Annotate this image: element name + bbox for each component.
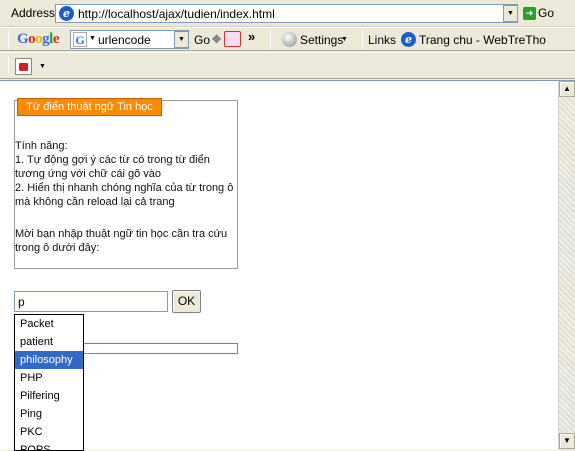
- info-line: Tính năng:: [15, 140, 68, 152]
- google-go-button[interactable]: Go: [194, 33, 210, 47]
- suggestion-item[interactable]: PKC: [15, 423, 83, 441]
- chevron-down-icon[interactable]: ▼: [89, 35, 96, 42]
- up-arrow-icon: ▲: [563, 84, 571, 93]
- address-input[interactable]: e http://localhost/ajax/tudien/index.htm…: [55, 4, 518, 23]
- address-bar: Address e http://localhost/ajax/tudien/i…: [0, 0, 575, 27]
- ok-button[interactable]: OK: [172, 290, 201, 313]
- more-chevron-icon[interactable]: »: [248, 30, 255, 44]
- chevron-down-icon: ▼: [507, 10, 514, 17]
- toolbar-grip: [8, 57, 9, 75]
- scroll-down-button[interactable]: ▼: [559, 433, 575, 449]
- info-line: tương ứng với chữ cái gõ vào: [15, 168, 161, 180]
- down-arrow-icon: ▼: [563, 436, 571, 445]
- go-button[interactable]: Go: [538, 6, 554, 20]
- address-label: Address: [11, 6, 56, 20]
- diamond-icon: ◆: [212, 31, 222, 45]
- chevron-down-icon: ▼: [341, 36, 348, 43]
- settings-button[interactable]: Settings: [300, 33, 343, 47]
- suggestion-item[interactable]: Packet: [15, 315, 83, 333]
- info-line: trong ô dưới đây:: [15, 242, 100, 254]
- extra-toolbar: ▼: [0, 52, 575, 79]
- suggestion-item[interactable]: Ping: [15, 405, 83, 423]
- links-label: Links: [368, 33, 397, 47]
- go-arrow-icon[interactable]: ➜: [523, 7, 536, 20]
- google-logo[interactable]: Google: [17, 31, 60, 48]
- ie-link-icon: e: [401, 32, 416, 47]
- document-icon[interactable]: [15, 58, 32, 75]
- term-search-input[interactable]: [14, 291, 168, 312]
- toolbar-grip: [8, 31, 9, 49]
- suggestion-item[interactable]: Pilfering: [15, 387, 83, 405]
- scroll-up-button[interactable]: ▲: [559, 81, 575, 97]
- toolbar-separator: [270, 31, 271, 49]
- info-line: 1. Tự động gợi ý các từ có trong từ điển: [15, 154, 210, 166]
- suggestion-item[interactable]: patient: [15, 333, 83, 351]
- google-search-input[interactable]: G ▼ urlencode: [70, 30, 189, 49]
- fieldset-legend: Từ điển thuật ngữ Tin học: [17, 98, 162, 116]
- pagerank-icon[interactable]: [224, 31, 241, 47]
- suggestion-list: Packet patient philosophy PHP Pilfering …: [14, 314, 84, 451]
- chevron-down-icon: ▼: [178, 36, 185, 43]
- settings-icon: [282, 32, 297, 47]
- address-url: http://localhost/ajax/tudien/index.html: [78, 7, 275, 21]
- chevron-down-icon[interactable]: ▼: [39, 63, 46, 70]
- info-line: 2. Hiển thị nhanh chóng nghĩa của từ tro…: [15, 182, 234, 194]
- google-search-dropdown[interactable]: ▼: [174, 31, 189, 48]
- info-line: Mời bạn nhập thuật ngữ tin học cần tra c…: [15, 228, 228, 240]
- info-line: mà không cần reload lại cả trang: [15, 196, 175, 208]
- suggestion-item[interactable]: PHP: [15, 369, 83, 387]
- google-search-value: urlencode: [98, 33, 151, 47]
- link-trang-chu[interactable]: Trang chu - WebTreTho: [419, 33, 546, 47]
- toolbar-separator: [362, 31, 363, 49]
- google-toolbar: Google G ▼ urlencode ▼ Go ◆ » Settings ▼…: [0, 27, 575, 51]
- page-content: Từ điển thuật ngữ Tin học Tính năng: 1. …: [0, 80, 575, 451]
- address-dropdown-button[interactable]: ▼: [503, 5, 518, 22]
- google-g-icon: G: [73, 32, 87, 47]
- vertical-scrollbar[interactable]: ▲ ▼: [558, 81, 575, 450]
- ie-page-icon: e: [59, 6, 74, 21]
- suggestion-item-selected[interactable]: philosophy: [15, 351, 83, 369]
